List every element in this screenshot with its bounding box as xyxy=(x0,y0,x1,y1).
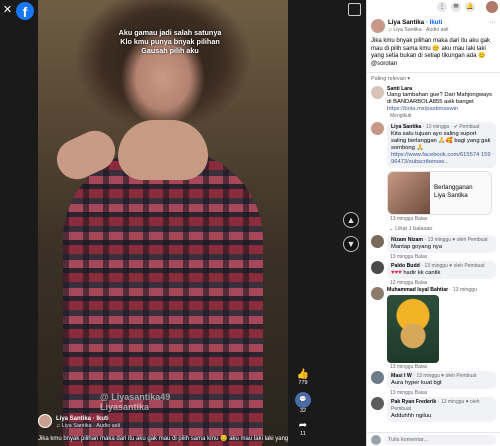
comment-badge: · 13 minggu ♥ oleh Pembuat xyxy=(424,237,488,244)
comment-item: Santi Lara Uang tambahan gue? Dari Mahjo… xyxy=(367,86,500,120)
post-audio[interactable]: ♫ Liya Santika · Audio asli xyxy=(388,27,448,33)
share-icon: ➦ xyxy=(298,420,308,431)
comment-item: Liya Santika · 13 minggu · ✔ Pembuat Kit… xyxy=(367,122,500,223)
comment-text: Uang tambahan gue? Dari Mahjongways di B… xyxy=(387,92,493,106)
video-subject-neck xyxy=(118,120,208,180)
post-author: Liya Santika · Ikuti ♫ Liya Santika · Au… xyxy=(367,16,500,38)
video-watermark: @ Liyasantika49 Liyasantika xyxy=(100,392,171,412)
comment-link[interactable]: https://www.facebook.com/615574 15996473… xyxy=(391,152,492,166)
comment-icon: 💬 xyxy=(295,392,311,408)
avatar[interactable] xyxy=(371,235,384,249)
comment-bubble: Nizam Nizam · 13 minggu ♥ oleh Pembuat M… xyxy=(387,235,496,254)
more-options-icon[interactable]: ··· xyxy=(489,19,496,26)
comment-bubble: Pak Ryan Frederik · 13 minggu ♥ oleh Pem… xyxy=(387,397,496,423)
avatar[interactable] xyxy=(371,261,384,275)
notifications-icon[interactable]: 🔔 xyxy=(465,2,475,12)
comment-bubble: Paldo Budd · 13 minggu ♥ oleh Pembuat ♥♥… xyxy=(387,261,496,280)
comment-author[interactable]: Pak Ryan Frederik xyxy=(391,399,436,405)
comment-item: Paldo Budd · 13 minggu ♥ oleh Pembuat ♥♥… xyxy=(367,261,500,287)
comment-meta: 13 minggu Balas xyxy=(390,364,428,371)
comment-button[interactable]: 💬 32 xyxy=(293,392,313,414)
avatar[interactable] xyxy=(371,287,384,301)
comment-meta: Mengikuti xyxy=(390,113,412,120)
facebook-logo-icon[interactable]: f xyxy=(16,2,34,20)
comment-item: Masi I W · 13 minggu ♥ oleh Pembuat Aura… xyxy=(367,371,500,397)
avatar[interactable] xyxy=(371,371,384,385)
video-audio[interactable]: ♫ Liya Santika · Audio asli xyxy=(56,423,120,429)
menu-grid-icon[interactable]: ⋮ xyxy=(437,2,447,12)
comment-badge: · 13 minggu · ✔ Pembuat xyxy=(422,124,480,131)
comment-author[interactable]: Muhammad Isyal Bahtiar xyxy=(387,287,448,293)
comment-text: Kita satu tujuan ayo saling suport salin… xyxy=(391,131,491,152)
video-caption: Aku gamau jadi salah satunya Klo kmu pun… xyxy=(118,28,222,55)
comment-author-row: Muhammad Isyal Bahtiar · 13 minggu xyxy=(387,287,496,293)
comment-badge: · 13 minggu xyxy=(449,287,477,294)
video-author-name[interactable]: Liya Santika · Ikuti xyxy=(56,416,109,422)
comment-bubble: Masi I W · 13 minggu ♥ oleh Pembuat Aura… xyxy=(387,371,496,390)
comment-item: Muhammad Isyal Bahtiar · 13 minggu 13 mi… xyxy=(367,287,500,371)
comment-author[interactable]: Masi I W xyxy=(391,373,412,379)
subscribe-card-label: Berlangganan Liya Santika xyxy=(434,184,473,200)
comment-composer: Tulis komentar... xyxy=(367,432,500,446)
comment-meta: 13 minggu Balas xyxy=(390,390,428,397)
share-count: 11 xyxy=(300,431,306,437)
expand-icon[interactable] xyxy=(348,3,361,16)
post-author-name[interactable]: Liya Santika xyxy=(388,19,424,26)
video-frame[interactable] xyxy=(38,0,288,446)
share-button[interactable]: ➦ 11 xyxy=(293,420,313,437)
view-replies-link[interactable]: ⌄ Lihat 1 balasan xyxy=(367,226,500,232)
video-stage: Aku gamau jadi salah satunya Klo kmu pun… xyxy=(0,0,366,446)
comment-text: Adduhhh ngiluu xyxy=(391,413,432,420)
avatar[interactable] xyxy=(371,397,384,411)
comment-text: hadir kk cantik xyxy=(403,270,441,277)
comment-text: Aura hyper kuat bgt xyxy=(391,380,442,387)
avatar[interactable] xyxy=(371,19,385,33)
post-text: Jika kmu bnyak pilihan maka dari itu aku… xyxy=(371,38,491,67)
previous-video-icon[interactable]: ▲ xyxy=(343,212,359,228)
account-avatar[interactable] xyxy=(486,1,498,13)
comment-item: Pak Ryan Frederik · 13 minggu ♥ oleh Pem… xyxy=(367,397,500,423)
like-icon: 👍 xyxy=(296,369,310,380)
sort-dropdown[interactable]: Paling relevan ▾ xyxy=(367,76,500,82)
author-name-text: Liya Santika xyxy=(56,416,92,422)
comment-bubble: Liya Santika · 13 minggu · ✔ Pembuat Kit… xyxy=(387,122,496,169)
divider xyxy=(367,72,500,74)
avatar[interactable] xyxy=(38,414,52,428)
comment-input[interactable]: Tulis komentar... xyxy=(384,435,496,445)
comment-item: Nizam Nizam · 13 minggu ♥ oleh Pembuat M… xyxy=(367,235,500,261)
subscribe-card-image xyxy=(388,172,430,215)
like-button[interactable]: 👍 779 xyxy=(293,369,313,386)
hearts-icon: ♥♥♥ xyxy=(391,270,402,277)
post-author-name-row: Liya Santika · Ikuti xyxy=(388,19,442,26)
messenger-icon[interactable]: ✉ xyxy=(451,2,461,12)
top-bar: ⋮ ✉ 🔔 xyxy=(367,0,500,15)
comments-panel: ⋮ ✉ 🔔 Liya Santika · Ikuti ♫ Liya Santik… xyxy=(366,0,500,446)
avatar[interactable] xyxy=(371,86,384,100)
avatar xyxy=(371,435,381,445)
comment-badge: · 13 minggu ♥ oleh Pembuat xyxy=(413,373,477,380)
close-icon[interactable]: ✕ xyxy=(1,4,14,17)
follow-button[interactable]: · Ikuti xyxy=(426,19,443,26)
comment-meta: 13 minggu Balas xyxy=(390,280,428,287)
comment-badge: · 13 minggu ♥ oleh Pembuat xyxy=(421,263,485,270)
like-count: 779 xyxy=(298,380,308,386)
comment-count: 32 xyxy=(299,408,307,414)
comment-text: Mantap goyang nya xyxy=(391,244,442,251)
comment-meta: 13 minggu Balas xyxy=(390,216,428,223)
avatar[interactable] xyxy=(371,122,384,136)
comment-author[interactable]: Nizam Nizam xyxy=(391,237,423,243)
comment-sticker-image[interactable] xyxy=(387,295,439,364)
follow-link[interactable]: · Ikuti xyxy=(93,416,109,422)
video-description: Jika kmu bnyak pilihan maka dari itu aku… xyxy=(38,436,288,442)
next-video-icon[interactable]: ▼ xyxy=(343,236,359,252)
subscribe-card[interactable]: Berlangganan Liya Santika xyxy=(387,171,492,216)
comment-author[interactable]: Paldo Budd xyxy=(391,263,420,269)
comment-author[interactable]: Liya Santika xyxy=(391,124,421,130)
comment-meta: 13 minggu Balas xyxy=(390,254,428,261)
